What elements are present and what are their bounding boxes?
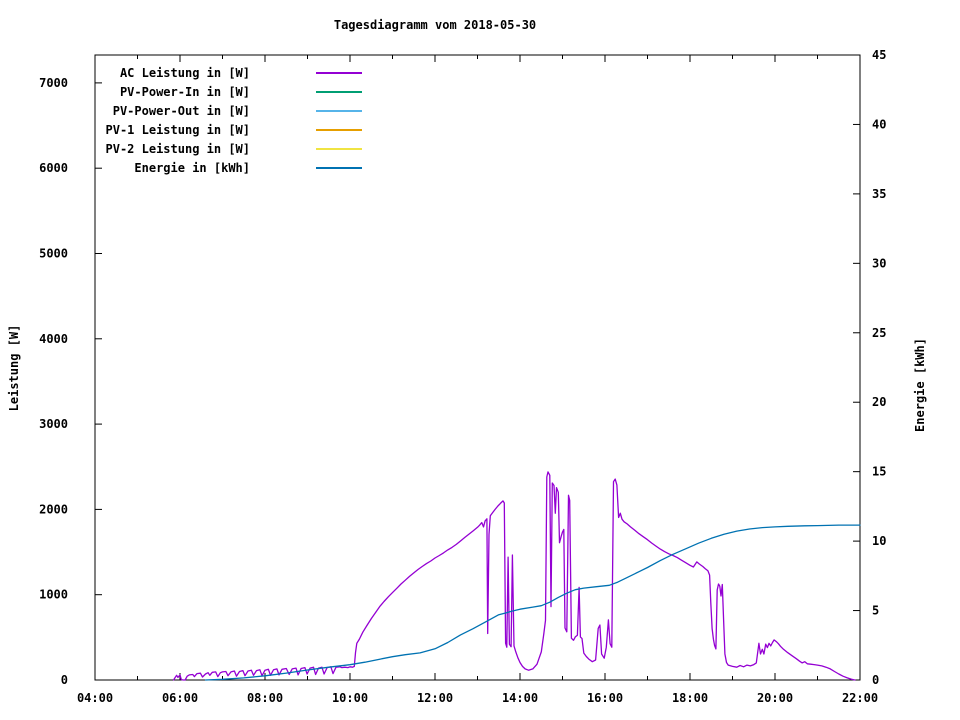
legend-label: AC Leistung in [W] xyxy=(120,66,250,80)
y-left-tick-label: 1000 xyxy=(39,588,68,602)
y-left-tick-label: 2000 xyxy=(39,502,68,516)
legend-item: PV-Power-In in [W] xyxy=(120,85,362,99)
series-line-energie-in-kwh xyxy=(204,524,861,681)
y-left-tick-label: 5000 xyxy=(39,246,68,260)
x-tick-label: 08:00 xyxy=(247,691,283,705)
x-tick-label: 14:00 xyxy=(502,691,538,705)
legend-item: PV-Power-Out in [W] xyxy=(113,104,362,118)
legend-label: PV-Power-Out in [W] xyxy=(113,104,250,118)
tagesdiagramm-chart-page: Tagesdiagramm vom 2018-05-30 04:00 06:00 0… xyxy=(0,0,960,720)
x-tick-label: 22:00 xyxy=(842,691,878,705)
legend-label: PV-1 Leistung in [W] xyxy=(106,123,251,137)
x-tick-label: 18:00 xyxy=(672,691,708,705)
plot-svg: 04:00 06:00 08:00 10:00 12:00 14:00 16:00 18:00… xyxy=(7,48,927,705)
y-left-tick-label: 6000 xyxy=(39,161,68,175)
y-right-tick-label: 25 xyxy=(872,326,886,340)
x-tick-label: 16:00 xyxy=(587,691,623,705)
y-right-axis-title: Energie [kWh] xyxy=(913,338,927,432)
y-right-tick-label: 20 xyxy=(872,395,886,409)
y-right-tick-label: 0 xyxy=(872,673,879,687)
y-right-tick-label: 35 xyxy=(872,187,886,201)
x-tick-label: 12:00 xyxy=(417,691,453,705)
legend-item: AC Leistung in [W] xyxy=(120,66,362,80)
y-right-tick-label: 40 xyxy=(872,117,886,131)
legend-label: PV-2 Leistung in [W] xyxy=(106,142,251,156)
legend-label: PV-Power-In in [W] xyxy=(120,85,250,99)
x-tick-label: 20:00 xyxy=(757,691,793,705)
y-left-tick-label: 3000 xyxy=(39,417,68,431)
y-left-tick-label: 4000 xyxy=(39,332,68,346)
y-right-tick-label: 5 xyxy=(872,604,879,618)
y-left-tick-label: 0 xyxy=(61,673,68,687)
y-left-tick-label: 7000 xyxy=(39,76,68,90)
y-right-tick-label: 15 xyxy=(872,465,886,479)
x-tick-label: 04:00 xyxy=(77,691,113,705)
y-right-tick-label: 45 xyxy=(872,48,886,62)
y-left-axis-title: Leistung [W] xyxy=(7,325,21,412)
x-tick-label: 06:00 xyxy=(162,691,198,705)
x-tick-label: 10:00 xyxy=(332,691,368,705)
legend-item: PV-1 Leistung in [W] xyxy=(106,123,362,137)
y-right-tick-label: 10 xyxy=(872,534,886,548)
series-line-ac-leistung-in-w xyxy=(172,471,856,681)
legend-label: Energie in [kWh] xyxy=(134,161,250,175)
legend-item: Energie in [kWh] xyxy=(134,161,362,175)
y-right-tick-label: 30 xyxy=(872,256,886,270)
legend-item: PV-2 Leistung in [W] xyxy=(106,142,362,156)
